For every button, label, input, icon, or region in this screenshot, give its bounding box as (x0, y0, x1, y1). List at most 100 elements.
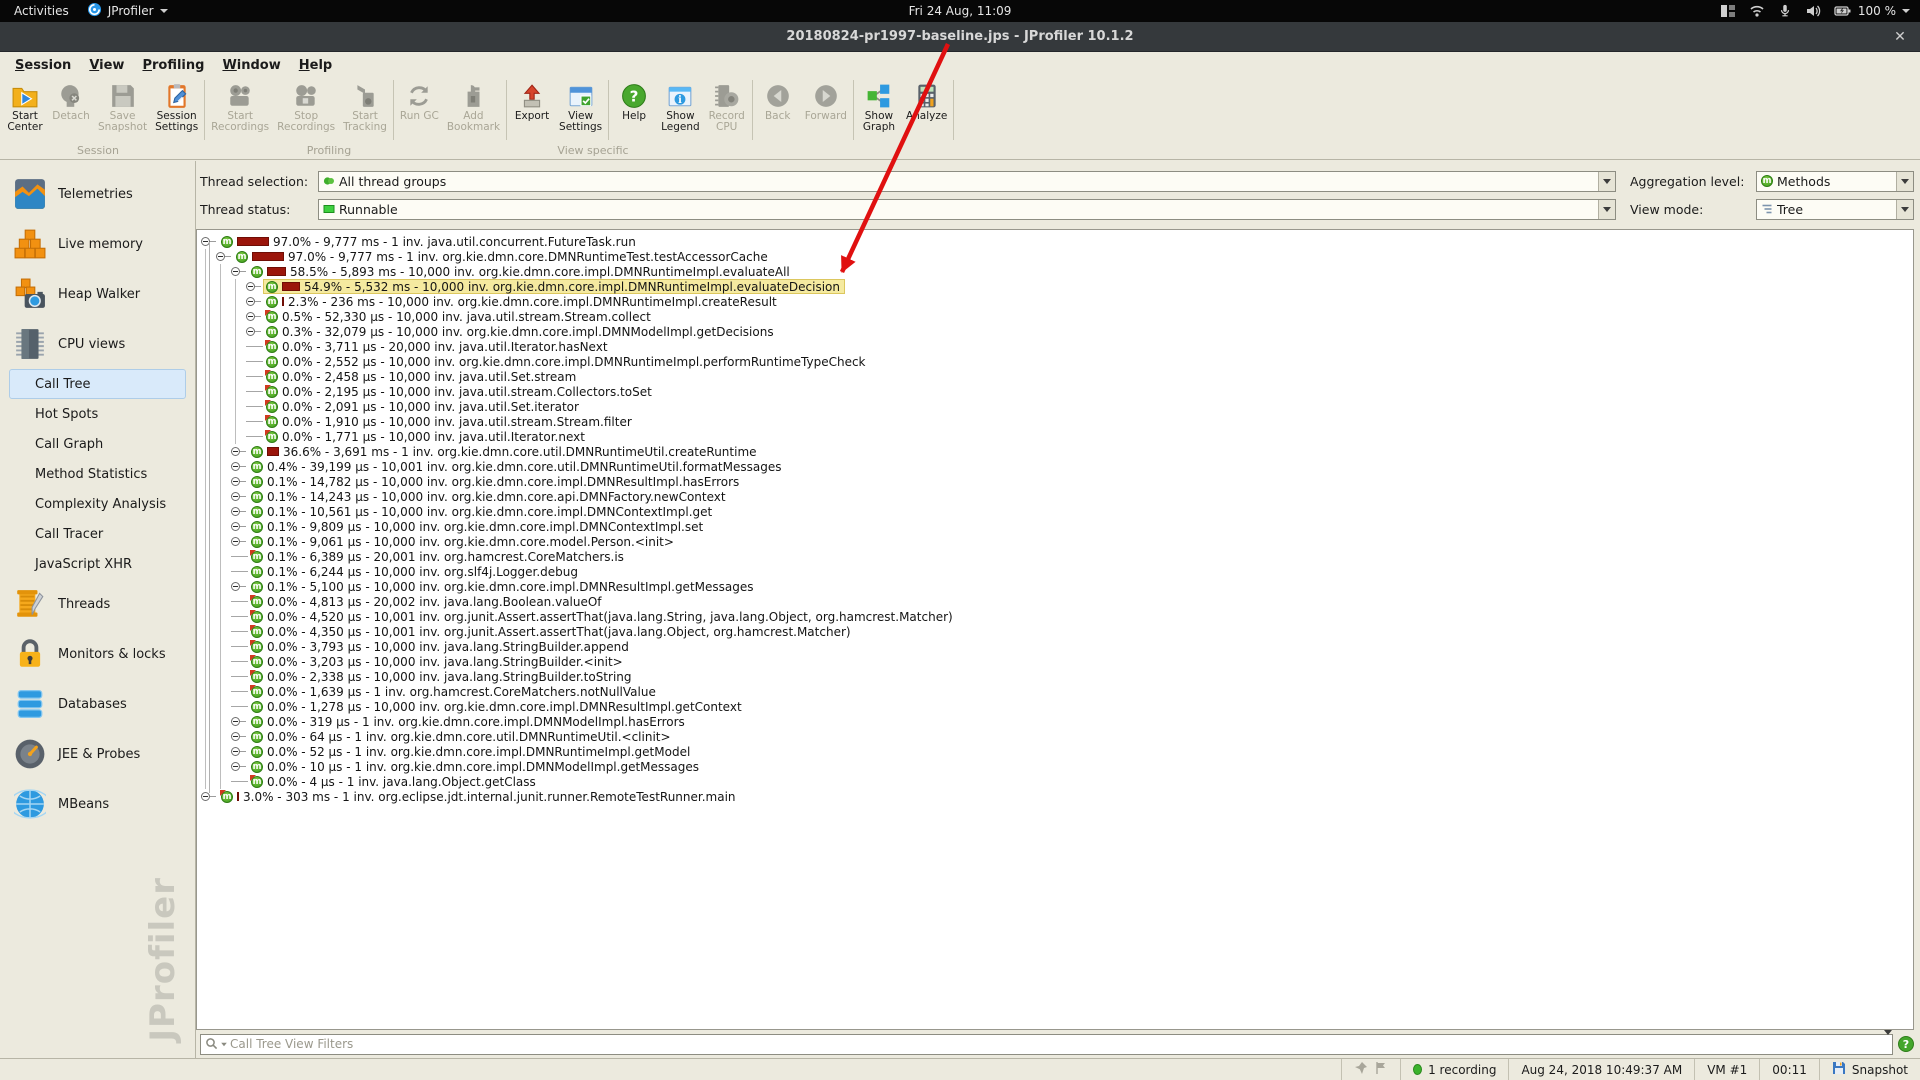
analyze-button[interactable]: Analyze (902, 77, 951, 143)
sidebar-item-method-statistics[interactable]: Method Statistics (9, 459, 186, 489)
call-tree-node[interactable]: m0.0% - 10 µs - 1 inv. org.kie.dmn.core.… (248, 759, 704, 774)
show-legend-button[interactable]: iShow Legend (657, 77, 704, 143)
call-tree-node[interactable]: m0.5% - 52,330 µs - 10,000 inv. java.uti… (263, 309, 656, 324)
call-tree-row[interactable]: m0.1% - 6,389 µs - 20,001 inv. org.hamcr… (201, 549, 1913, 564)
sidebar-item-call-tracer[interactable]: Call Tracer (9, 519, 186, 549)
call-tree-node[interactable]: m97.0% - 9,777 ms - 1 inv. org.kie.dmn.c… (233, 249, 773, 264)
call-tree-node[interactable]: m0.0% - 2,458 µs - 10,000 inv. java.util… (263, 369, 581, 384)
microphone-icon[interactable] (1778, 3, 1792, 19)
call-tree-node[interactable]: m36.6% - 3,691 ms - 1 inv. org.kie.dmn.c… (248, 444, 762, 459)
app-menu[interactable]: JProfiler (87, 2, 168, 20)
filter-dropdown-button[interactable] (1884, 1035, 1892, 1054)
call-tree-node[interactable]: m0.0% - 4,813 µs - 20,002 inv. java.lang… (248, 594, 607, 609)
call-tree-row[interactable]: m0.0% - 4,813 µs - 20,002 inv. java.lang… (201, 594, 1913, 609)
call-tree-row[interactable]: m0.0% - 319 µs - 1 inv. org.kie.dmn.core… (201, 714, 1913, 729)
call-tree-row[interactable]: m2.3% - 236 ms - 10,000 inv. org.kie.dmn… (201, 294, 1913, 309)
call-tree-node[interactable]: m0.1% - 10,561 µs - 10,000 inv. org.kie.… (248, 504, 717, 519)
call-tree-row[interactable]: m97.0% - 9,777 ms - 1 inv. java.util.con… (201, 234, 1913, 249)
dropdown-arrow-button[interactable] (1896, 200, 1913, 219)
call-tree-row[interactable]: m0.0% - 2,091 µs - 10,000 inv. java.util… (201, 399, 1913, 414)
call-tree-node[interactable]: m0.0% - 64 µs - 1 inv. org.kie.dmn.core.… (248, 729, 676, 744)
sidebar-item-heap-walker[interactable]: Heap Walker (0, 269, 195, 319)
sidebar-item-javascript-xhr[interactable]: JavaScript XHR (9, 549, 186, 579)
call-tree-node[interactable]: m0.1% - 9,061 µs - 10,000 inv. org.kie.d… (248, 534, 679, 549)
call-tree-row[interactable]: m0.0% - 2,458 µs - 10,000 inv. java.util… (201, 369, 1913, 384)
menu-help[interactable]: Help (290, 56, 341, 75)
menu-view[interactable]: View (80, 56, 133, 75)
call-tree-node[interactable]: m0.1% - 6,389 µs - 20,001 inv. org.hamcr… (248, 549, 629, 564)
sidebar-item-call-tree[interactable]: Call Tree (9, 369, 186, 399)
expand-toggle-icon[interactable] (231, 717, 248, 726)
call-tree-row[interactable]: m0.0% - 2,552 µs - 10,000 inv. org.kie.d… (201, 354, 1913, 369)
selected-call-tree-node[interactable]: m54.9% - 5,532 ms - 10,000 inv. org.kie.… (263, 279, 845, 294)
call-tree-row[interactable]: m0.0% - 4,520 µs - 10,001 inv. org.junit… (201, 609, 1913, 624)
sidebar-item-complexity-analysis[interactable]: Complexity Analysis (9, 489, 186, 519)
show-graph-button[interactable]: Show Graph (856, 77, 902, 143)
workspace-tiles-icon[interactable] (1720, 3, 1736, 19)
expand-toggle-icon[interactable] (231, 762, 248, 771)
expand-toggle-icon[interactable] (231, 447, 248, 456)
call-tree-node[interactable]: m0.0% - 1,278 µs - 10,000 inv. org.kie.d… (248, 699, 747, 714)
expand-toggle-icon[interactable] (231, 267, 248, 276)
expand-toggle-icon[interactable] (231, 477, 248, 486)
expand-toggle-icon[interactable] (201, 792, 218, 801)
call-tree-node[interactable]: m0.0% - 1,639 µs - 1 inv. org.hamcrest.C… (248, 684, 661, 699)
help-button[interactable]: ?Help (611, 77, 657, 143)
call-tree-row[interactable]: m0.3% - 32,079 µs - 10,000 inv. org.kie.… (201, 324, 1913, 339)
filter-help-icon[interactable]: ? (1898, 1036, 1914, 1052)
call-tree-row[interactable]: m0.0% - 64 µs - 1 inv. org.kie.dmn.core.… (201, 729, 1913, 744)
start-center-button[interactable]: Start Center (2, 77, 48, 143)
sidebar-item-hot-spots[interactable]: Hot Spots (9, 399, 186, 429)
dropdown-arrow-button[interactable] (1598, 172, 1615, 191)
call-tree-node[interactable]: m0.0% - 4,520 µs - 10,001 inv. org.junit… (248, 609, 958, 624)
expand-toggle-icon[interactable] (231, 492, 248, 501)
call-tree-node[interactable]: m0.3% - 32,079 µs - 10,000 inv. org.kie.… (263, 324, 779, 339)
call-tree-node[interactable]: m97.0% - 9,777 ms - 1 inv. java.util.con… (218, 234, 641, 249)
aggregation-level-dropdown[interactable]: m Methods (1756, 171, 1914, 192)
battery-indicator[interactable]: 100 % (1834, 3, 1910, 19)
search-icon[interactable] (205, 1037, 228, 1051)
call-tree-node[interactable]: m0.0% - 319 µs - 1 inv. org.kie.dmn.core… (248, 714, 690, 729)
call-tree-row[interactable]: m0.0% - 4,350 µs - 10,001 inv. org.junit… (201, 624, 1913, 639)
call-tree-node[interactable]: m0.0% - 4 µs - 1 inv. java.lang.Object.g… (248, 774, 541, 789)
thread-status-dropdown[interactable]: Runnable (318, 199, 1616, 220)
wifi-icon[interactable] (1749, 3, 1765, 19)
expand-toggle-icon[interactable] (231, 747, 248, 756)
volume-icon[interactable] (1805, 3, 1821, 19)
call-tree-node[interactable]: m0.0% - 2,195 µs - 10,000 inv. java.util… (263, 384, 657, 399)
sidebar-item-databases[interactable]: Databases (0, 679, 195, 729)
close-window-button[interactable]: ✕ (1890, 27, 1910, 47)
clock[interactable]: Fri 24 Aug, 11:09 (0, 4, 1920, 18)
session-settings-button[interactable]: Session Settings (151, 77, 202, 143)
call-tree-row[interactable]: m0.0% - 52 µs - 1 inv. org.kie.dmn.core.… (201, 744, 1913, 759)
call-tree-node[interactable]: m0.0% - 2,552 µs - 10,000 inv. org.kie.d… (263, 354, 871, 369)
sidebar-item-jee-probes[interactable]: JEE & Probes (0, 729, 195, 779)
export-button[interactable]: Export (509, 77, 555, 143)
call-tree-node[interactable]: m0.0% - 3,203 µs - 10,000 inv. java.lang… (248, 654, 628, 669)
call-tree-row[interactable]: m0.1% - 10,561 µs - 10,000 inv. org.kie.… (201, 504, 1913, 519)
expand-toggle-icon[interactable] (231, 462, 248, 471)
flag-icon[interactable] (1374, 1061, 1388, 1078)
window-titlebar[interactable]: 20180824-pr1997-baseline.jps - JProfiler… (0, 22, 1920, 52)
dropdown-arrow-button[interactable] (1598, 200, 1615, 219)
call-tree-node[interactable]: m0.0% - 1,771 µs - 10,000 inv. java.util… (263, 429, 590, 444)
expand-toggle-icon[interactable] (231, 732, 248, 741)
call-tree-row[interactable]: m0.0% - 10 µs - 1 inv. org.kie.dmn.core.… (201, 759, 1913, 774)
call-tree-node[interactable]: m0.4% - 39,199 µs - 10,001 inv. org.kie.… (248, 459, 786, 474)
call-tree-node[interactable]: m0.1% - 9,809 µs - 10,000 inv. org.kie.d… (248, 519, 708, 534)
call-tree-row[interactable]: m0.0% - 3,711 µs - 20,000 inv. java.util… (201, 339, 1913, 354)
call-tree-row[interactable]: m0.0% - 2,338 µs - 10,000 inv. java.lang… (201, 669, 1913, 684)
call-tree-row[interactable]: m0.4% - 39,199 µs - 10,001 inv. org.kie.… (201, 459, 1913, 474)
expand-toggle-icon[interactable] (231, 537, 248, 546)
call-tree-row[interactable]: m0.1% - 6,244 µs - 10,000 inv. org.slf4j… (201, 564, 1913, 579)
expand-toggle-icon[interactable] (231, 507, 248, 516)
call-tree-row[interactable]: m0.1% - 5,100 µs - 10,000 inv. org.kie.d… (201, 579, 1913, 594)
call-tree-node[interactable]: m0.0% - 2,338 µs - 10,000 inv. java.lang… (248, 669, 637, 684)
activities-button[interactable]: Activities (14, 4, 69, 18)
expand-toggle-icon[interactable] (216, 252, 233, 261)
pin-icon[interactable] (1354, 1061, 1368, 1078)
thread-selection-dropdown[interactable]: All thread groups (318, 171, 1616, 192)
call-tree-panel[interactable]: m97.0% - 9,777 ms - 1 inv. java.util.con… (196, 229, 1914, 1030)
call-tree-row[interactable]: m0.0% - 2,195 µs - 10,000 inv. java.util… (201, 384, 1913, 399)
view-mode-dropdown[interactable]: Tree (1756, 199, 1914, 220)
